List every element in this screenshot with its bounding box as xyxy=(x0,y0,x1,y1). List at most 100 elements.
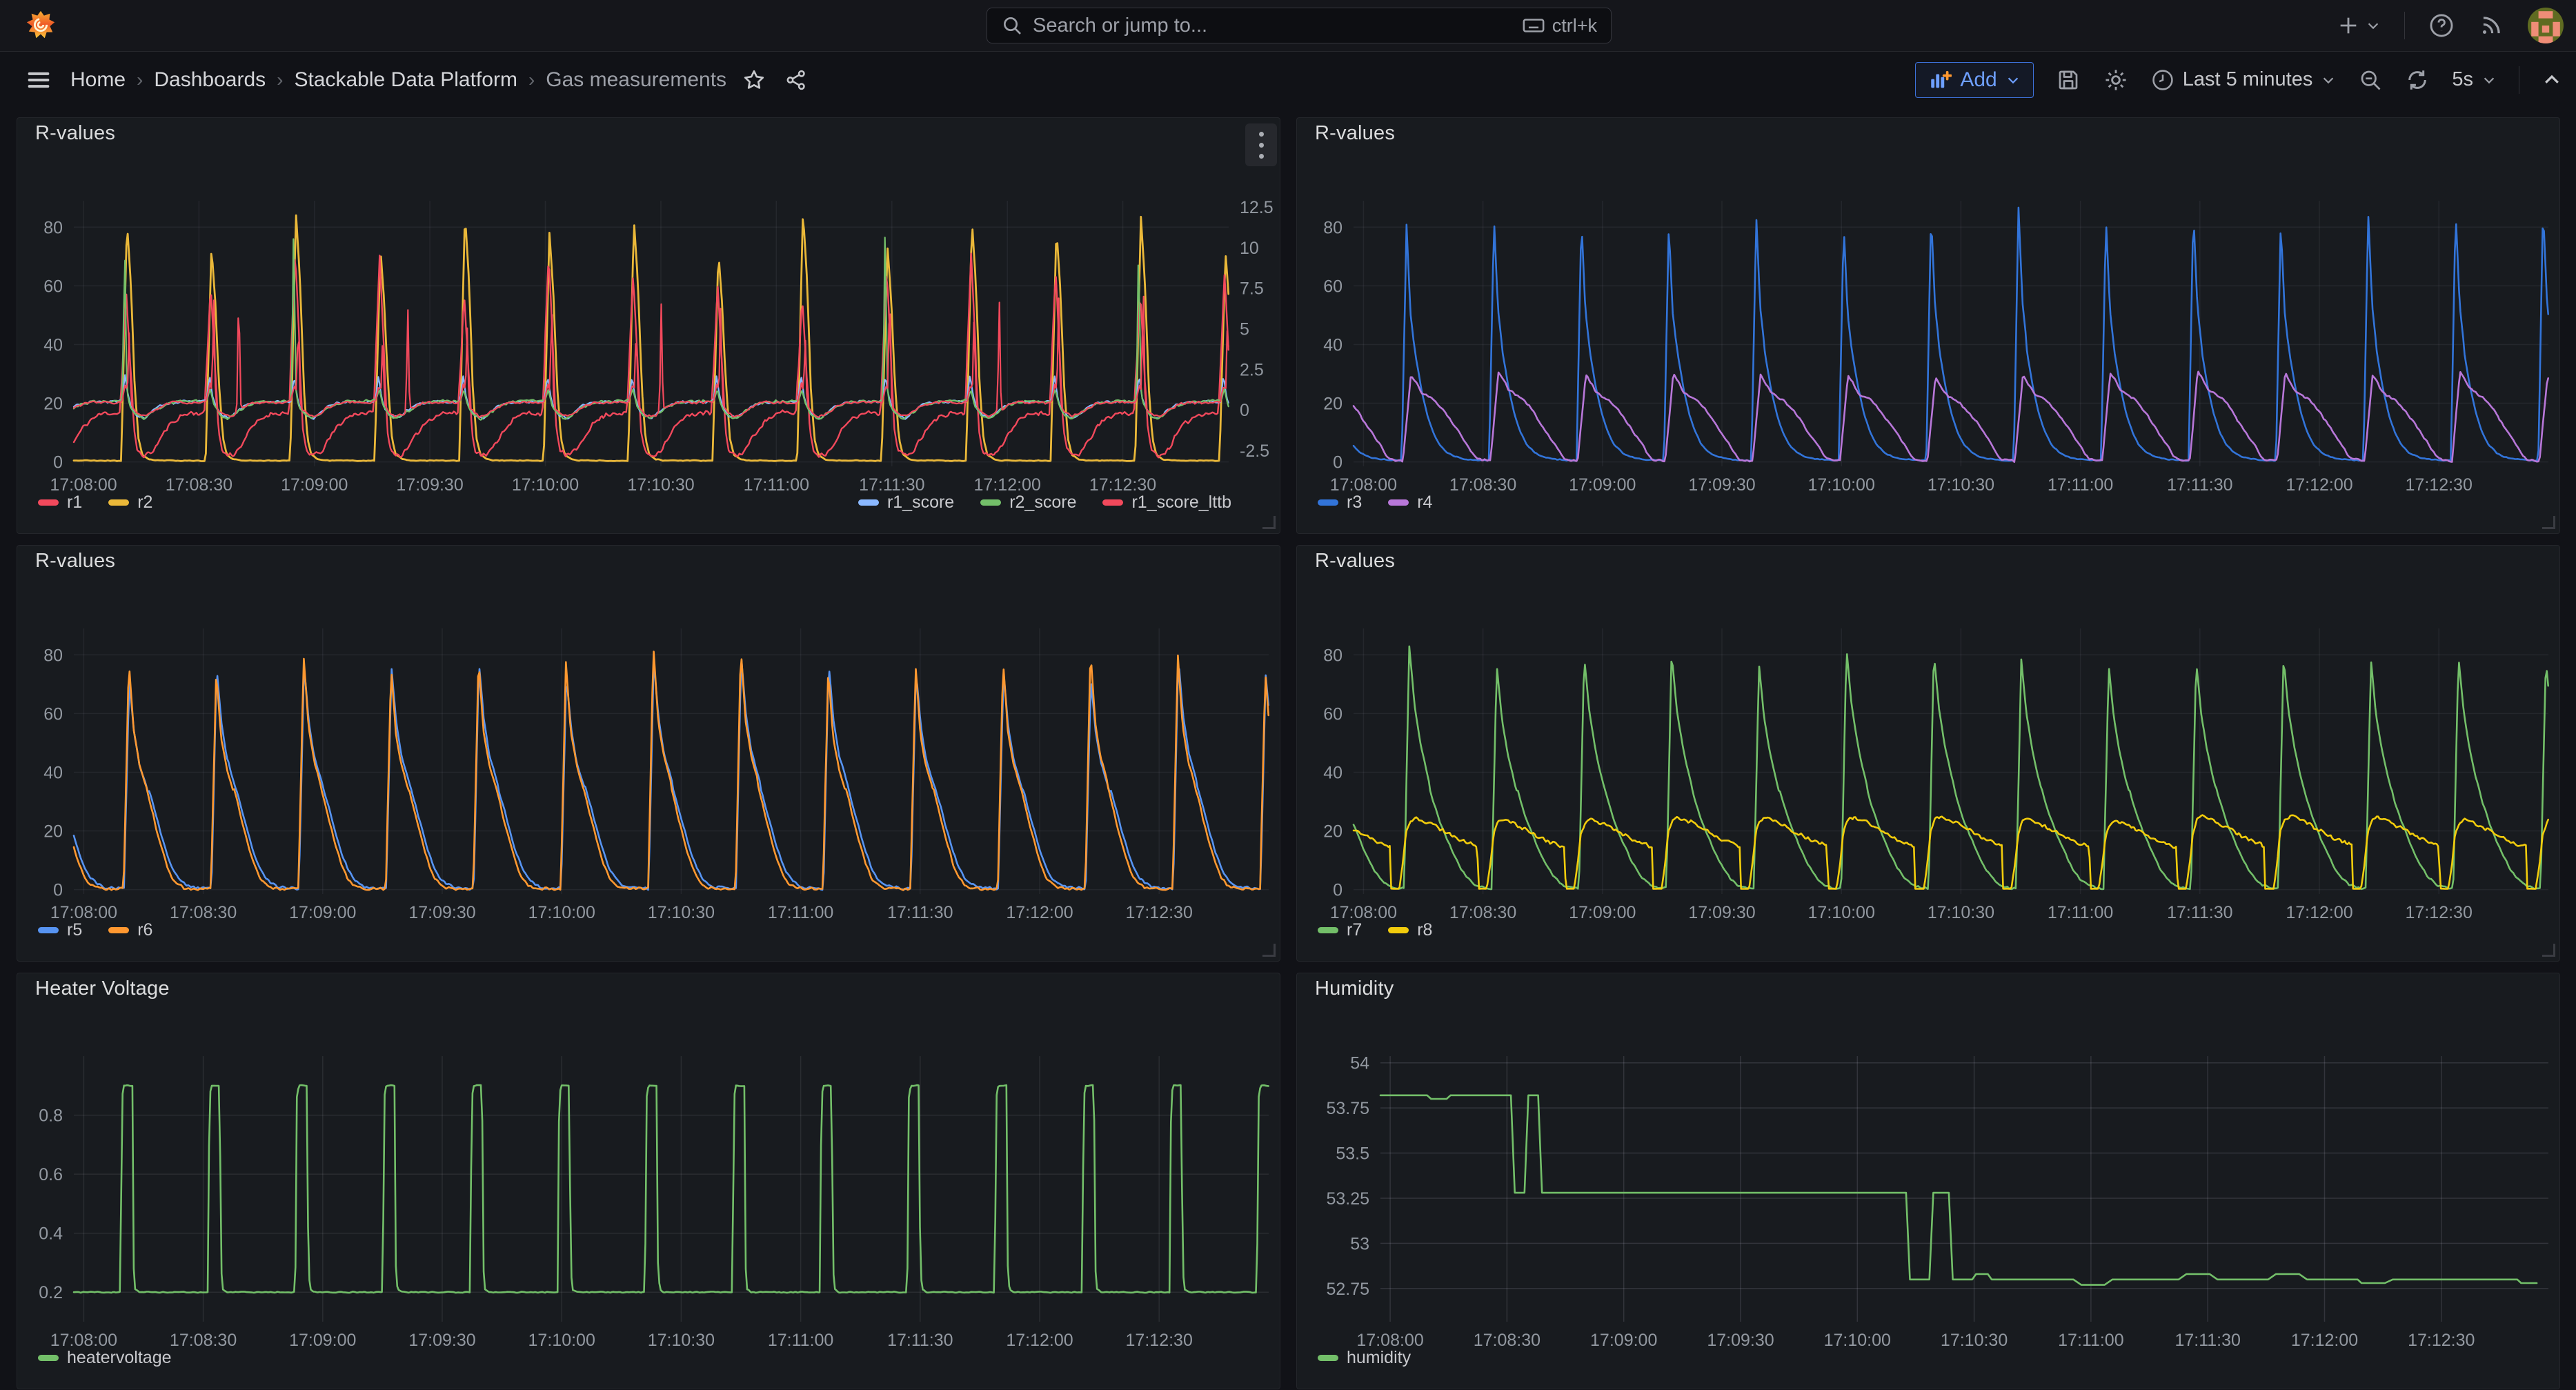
timeseries-chart[interactable]: 020406080-2.502.557.51012.517:08:0017:08… xyxy=(17,118,1281,535)
svg-text:17:08:00: 17:08:00 xyxy=(50,903,117,922)
svg-text:17:10:30: 17:10:30 xyxy=(627,475,694,495)
svg-text:17:09:00: 17:09:00 xyxy=(1590,1331,1657,1350)
legend-item-humidity[interactable]: humidity xyxy=(1318,1348,1411,1368)
time-range-picker[interactable]: Last 5 minutes xyxy=(2151,68,2337,92)
svg-text:17:11:30: 17:11:30 xyxy=(887,1331,953,1350)
svg-text:17:12:00: 17:12:00 xyxy=(1006,1331,1073,1350)
timeseries-chart[interactable]: 02040608017:08:0017:08:3017:09:0017:09:3… xyxy=(1297,546,2561,962)
svg-text:20: 20 xyxy=(1323,395,1343,414)
panel-resize-handle[interactable] xyxy=(2542,516,2555,529)
svg-text:17:12:00: 17:12:00 xyxy=(2286,903,2352,922)
dashboard-settings-icon[interactable] xyxy=(2103,67,2129,93)
svg-text:17:12:30: 17:12:30 xyxy=(2408,1331,2475,1350)
legend-swatch xyxy=(108,499,129,506)
breadcrumb-folder[interactable]: Stackable Data Platform xyxy=(294,68,517,92)
avatar[interactable] xyxy=(2528,8,2564,43)
legend-swatch xyxy=(1318,1355,1338,1361)
dashboard-toolbar: Home › Dashboards › Stackable Data Platf… xyxy=(0,52,2576,108)
timeseries-chart[interactable]: 0.20.40.60.817:08:0017:08:3017:09:0017:0… xyxy=(17,973,1281,1390)
save-dashboard-icon[interactable] xyxy=(2056,68,2081,92)
svg-text:17:11:00: 17:11:00 xyxy=(768,903,833,922)
legend-item-r8[interactable]: r8 xyxy=(1388,920,1432,940)
panel-resize-handle[interactable] xyxy=(1262,944,1276,957)
legend-item-r7[interactable]: r7 xyxy=(1318,920,1362,940)
legend-item-heatervoltage[interactable]: heatervoltage xyxy=(38,1348,172,1368)
collapse-kiosk-icon[interactable] xyxy=(2542,70,2562,90)
svg-text:0.8: 0.8 xyxy=(39,1106,63,1126)
svg-text:0: 0 xyxy=(1333,881,1343,900)
chevron-down-icon xyxy=(2366,18,2381,33)
add-button[interactable]: Add xyxy=(1915,62,2033,98)
refresh-interval-picker[interactable]: 5s xyxy=(2452,68,2497,91)
legend-item-r3[interactable]: r3 xyxy=(1318,493,1362,513)
legend-group-left: humidity xyxy=(1318,1348,1411,1368)
svg-text:60: 60 xyxy=(43,277,63,296)
svg-text:60: 60 xyxy=(43,704,63,724)
menu-toggle-icon[interactable] xyxy=(25,66,52,94)
legend-group-left: r7 r8 xyxy=(1318,920,1432,940)
breadcrumb-home[interactable]: Home xyxy=(70,68,126,92)
svg-text:0.6: 0.6 xyxy=(39,1165,63,1184)
share-icon[interactable] xyxy=(784,68,808,92)
legend-item-r2[interactable]: r2 xyxy=(108,493,152,513)
legend-group-right: r1_score r2_score r1_score_lttb xyxy=(858,493,1231,513)
svg-text:17:08:30: 17:08:30 xyxy=(1449,475,1516,495)
news-rss-icon[interactable] xyxy=(2478,12,2504,39)
legend: r1 r2 r1_score r2_score r1_score_lttb xyxy=(38,493,1231,513)
legend-swatch xyxy=(38,927,59,933)
legend: r3 r4 xyxy=(1318,493,2539,513)
panel-heater-voltage: Heater Voltage 0.20.40.60.817:08:0017:08… xyxy=(17,973,1280,1389)
legend-item-r6[interactable]: r6 xyxy=(108,920,152,940)
keyboard-icon xyxy=(1522,14,1545,37)
svg-text:17:10:00: 17:10:00 xyxy=(528,1331,595,1350)
legend-item-r5[interactable]: r5 xyxy=(38,920,82,940)
svg-text:53.75: 53.75 xyxy=(1326,1099,1369,1118)
svg-text:17:11:00: 17:11:00 xyxy=(2048,903,2113,922)
legend-group-left: r1 r2 xyxy=(38,493,152,513)
favorite-star-icon[interactable] xyxy=(742,68,766,92)
chevron-down-icon xyxy=(2481,72,2497,88)
help-icon[interactable] xyxy=(2428,12,2455,39)
new-plus-dropdown[interactable] xyxy=(2337,14,2381,37)
grafana-logo[interactable] xyxy=(25,10,57,41)
svg-text:17:11:00: 17:11:00 xyxy=(744,475,809,495)
timeseries-chart[interactable]: 02040608017:08:0017:08:3017:09:0017:09:3… xyxy=(1297,118,2561,535)
svg-text:17:09:30: 17:09:30 xyxy=(408,903,475,922)
panel-r-values-2: R-values 02040608017:08:0017:08:3017:09:… xyxy=(1296,117,2560,534)
svg-text:0: 0 xyxy=(1333,453,1343,473)
zoom-out-icon[interactable] xyxy=(2358,68,2383,92)
svg-text:-2.5: -2.5 xyxy=(1240,441,1269,461)
breadcrumb-dashboards[interactable]: Dashboards xyxy=(154,68,266,92)
search-input[interactable]: Search or jump to... ctrl+k xyxy=(987,8,1612,43)
legend-item-r4[interactable]: r4 xyxy=(1388,493,1432,513)
breadcrumb-separator: › xyxy=(137,69,143,91)
breadcrumb-separator: › xyxy=(277,69,283,91)
svg-text:17:12:00: 17:12:00 xyxy=(1006,903,1073,922)
legend-swatch xyxy=(1318,927,1338,933)
legend-item-r1_score[interactable]: r1_score xyxy=(858,493,954,513)
svg-text:17:11:30: 17:11:30 xyxy=(887,903,953,922)
legend-label: r3 xyxy=(1347,493,1362,513)
svg-text:17:12:30: 17:12:30 xyxy=(1089,475,1156,495)
timeseries-chart[interactable]: 52.755353.2553.553.755417:08:0017:08:301… xyxy=(1297,973,2561,1390)
panel-resize-handle[interactable] xyxy=(1262,516,1276,529)
timeseries-chart[interactable]: 02040608017:08:0017:08:3017:09:0017:09:3… xyxy=(17,546,1281,962)
chevron-down-icon xyxy=(2321,72,2336,88)
legend-swatch xyxy=(1388,499,1409,506)
svg-text:17:10:30: 17:10:30 xyxy=(1941,1331,2008,1350)
svg-text:0: 0 xyxy=(1240,401,1249,420)
legend-item-r2_score[interactable]: r2_score xyxy=(980,493,1076,513)
legend: r5 r6 xyxy=(38,920,1259,940)
legend-label: r4 xyxy=(1417,493,1432,513)
panel-r-values-4: R-values 02040608017:08:0017:08:3017:09:… xyxy=(1296,545,2560,962)
svg-text:54: 54 xyxy=(1350,1054,1369,1073)
refresh-icon[interactable] xyxy=(2405,68,2430,92)
legend: humidity xyxy=(1318,1348,2539,1368)
add-button-label: Add xyxy=(1960,68,1997,92)
svg-text:40: 40 xyxy=(43,336,63,355)
svg-text:0.2: 0.2 xyxy=(39,1283,63,1302)
legend-item-r1_score_lttb[interactable]: r1_score_lttb xyxy=(1102,493,1231,513)
panel-resize-handle[interactable] xyxy=(2542,944,2555,957)
svg-text:17:08:30: 17:08:30 xyxy=(1449,903,1516,922)
legend-item-r1[interactable]: r1 xyxy=(38,493,82,513)
